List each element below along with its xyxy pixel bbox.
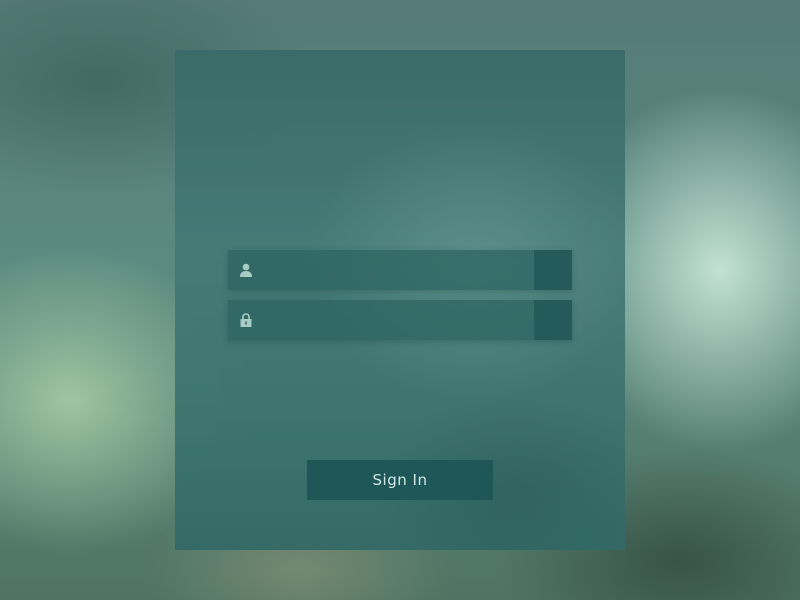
user-icon <box>236 260 256 280</box>
username-field[interactable] <box>228 250 572 290</box>
username-field-button[interactable] <box>534 250 572 290</box>
sign-in-button[interactable]: Sign In <box>307 460 493 500</box>
password-input[interactable] <box>264 300 530 340</box>
password-field-button[interactable] <box>534 300 572 340</box>
lock-icon <box>236 310 256 330</box>
username-input[interactable] <box>264 250 530 290</box>
password-field[interactable] <box>228 300 572 340</box>
